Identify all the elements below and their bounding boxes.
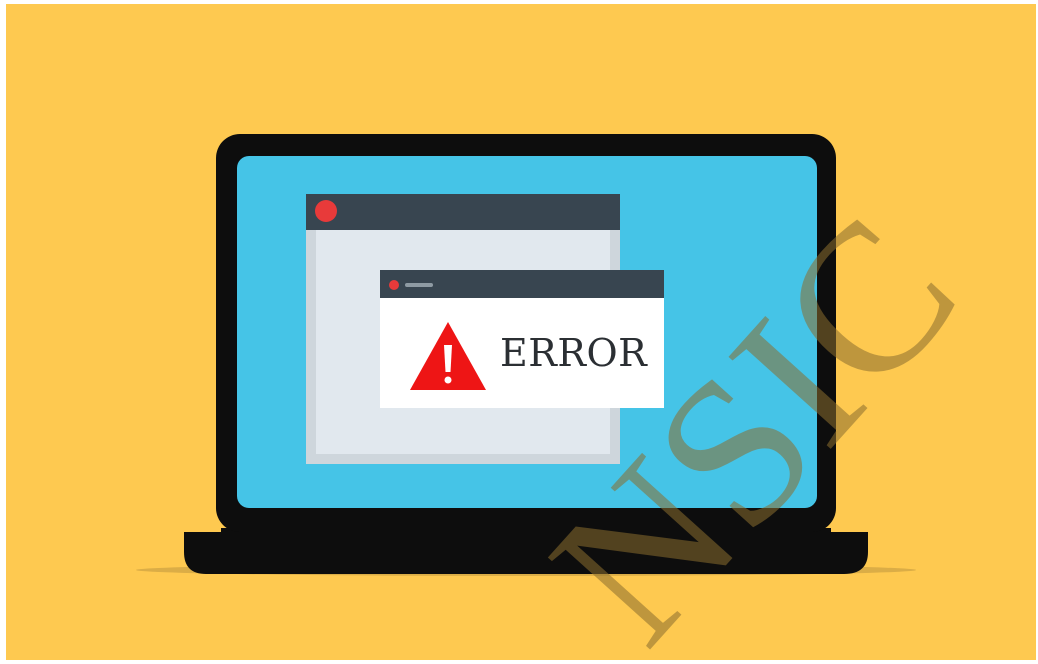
minimize-dash-icon: [405, 283, 433, 287]
error-illustration: ERROR NSIC: [0, 0, 1038, 664]
illustration-svg: ERROR NSIC: [6, 4, 1036, 660]
close-dot-icon: [315, 200, 337, 222]
error-label: ERROR: [500, 331, 648, 375]
error-dialog: ERROR: [380, 270, 664, 408]
close-dot-icon: [389, 280, 399, 290]
back-window-titlebar: [306, 194, 620, 230]
